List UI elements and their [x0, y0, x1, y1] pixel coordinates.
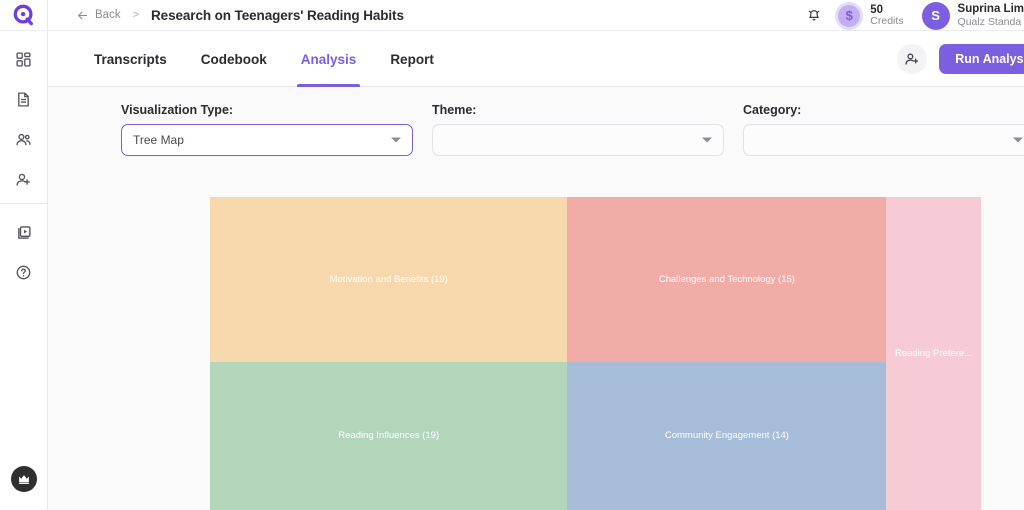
category-select[interactable] — [743, 124, 1024, 156]
visualization-type-select[interactable]: Tree Map — [121, 124, 413, 156]
sidebar-item-dashboard[interactable] — [0, 39, 48, 79]
tab-bar-actions: Run Analysis — [897, 31, 1024, 87]
invite-collaborator-button[interactable] — [897, 44, 928, 74]
treemap-tile[interactable]: Motivation and Benefits (19) — [210, 197, 568, 362]
notifications-button[interactable] — [799, 1, 829, 31]
tab-bar: Transcripts Codebook Analysis Report Run… — [48, 31, 1024, 87]
filter-theme: Theme: — [432, 103, 724, 156]
add-user-icon — [16, 173, 30, 186]
visualization-type-value: Tree Map — [133, 133, 184, 147]
dollar-coin-icon: $ — [835, 1, 864, 30]
notification-bell-icon — [809, 9, 820, 20]
category-label: Category: — [743, 103, 802, 117]
sidebar-item-add-user[interactable] — [0, 159, 48, 199]
sidebar-item-participants[interactable] — [0, 119, 48, 159]
credits-text: 50 Credits — [870, 4, 903, 27]
tab-codebook[interactable]: Codebook — [184, 31, 284, 87]
user-plan: Qualz Standa — [957, 16, 1022, 29]
treemap-tile-label: Motivation and Benefits (19) — [329, 273, 448, 285]
user-text: Suprina Lim Qualz Standa — [958, 3, 1024, 28]
app-logo[interactable] — [0, 0, 48, 31]
filter-category: Category: — [743, 103, 1024, 156]
add-user-icon — [905, 53, 919, 65]
filter-row: Visualization Type: Tree Map Theme: Cate… — [121, 103, 1024, 156]
credits-label: Credits — [870, 15, 904, 28]
treemap-tile-label: Community Engagement (14) — [664, 430, 789, 442]
treemap-tile-label: Challenges and Technology (15) — [658, 273, 795, 285]
sidebar — [0, 0, 48, 510]
sidebar-item-documents[interactable] — [0, 79, 48, 119]
page-title: Research on Teenagers' Reading Habits — [151, 7, 404, 23]
treemap-tile-label: Reading Prefere... — [894, 348, 973, 359]
tab-analysis[interactable]: Analysis — [284, 31, 374, 87]
sidebar-item-media-library[interactable] — [0, 212, 48, 252]
upgrade-button[interactable] — [10, 466, 37, 492]
analysis-page: Back > Research on Teenagers' Reading Ha… — [0, 0, 1024, 510]
user-menu[interactable]: S Suprina Lim Qualz Standa — [921, 1, 1024, 30]
credits-indicator[interactable]: $ 50 Credits — [835, 1, 904, 30]
treemap-tile[interactable]: Reading Influences (19) — [210, 361, 568, 510]
tab-list: Transcripts Codebook Analysis Report — [77, 31, 451, 87]
sidebar-divider — [0, 203, 48, 204]
avatar: S — [921, 1, 950, 30]
treemap-tile[interactable]: Reading Prefere... — [886, 197, 981, 510]
document-icon — [18, 91, 29, 107]
media-library-icon — [18, 225, 31, 239]
back-label: Back — [95, 9, 121, 21]
visualization-type-label: Visualization Type: — [121, 103, 234, 117]
breadcrumb-separator: > — [132, 9, 140, 21]
top-header: Back > Research on Teenagers' Reading Ha… — [48, 0, 1024, 31]
tab-transcripts[interactable]: Transcripts — [77, 31, 184, 87]
arrow-left-icon — [78, 11, 87, 19]
users-icon — [16, 133, 31, 145]
analysis-content: Visualization Type: Tree Map Theme: Cate… — [48, 87, 1024, 510]
treemap-tile[interactable]: Challenges and Technology (15) — [567, 197, 887, 362]
header-actions: $ 50 Credits S Suprina Lim Qualz Standa — [799, 0, 1024, 31]
chevron-down-icon — [391, 137, 401, 143]
chevron-down-icon — [1013, 137, 1023, 143]
theme-select[interactable] — [432, 124, 724, 156]
filter-visualization-type: Visualization Type: Tree Map — [121, 103, 413, 156]
back-button[interactable]: Back — [76, 9, 121, 22]
help-circle-icon — [16, 265, 31, 279]
sidebar-item-help[interactable] — [0, 252, 48, 292]
treemap-tile-label: Reading Influences (19) — [338, 430, 440, 442]
user-name: Suprina Lim — [957, 2, 1024, 15]
treemap-tile[interactable]: Community Engagement (14) — [567, 361, 887, 510]
tab-report[interactable]: Report — [373, 31, 451, 87]
q-logo-icon — [13, 4, 33, 26]
run-analysis-button[interactable]: Run Analysis — [939, 44, 1024, 74]
chevron-down-icon — [702, 137, 712, 143]
dashboard-grid-icon — [16, 51, 31, 67]
treemap-chart: Motivation and Benefits (19) Challenges a… — [210, 197, 981, 510]
theme-label: Theme: — [432, 103, 477, 117]
crown-icon — [18, 475, 29, 484]
